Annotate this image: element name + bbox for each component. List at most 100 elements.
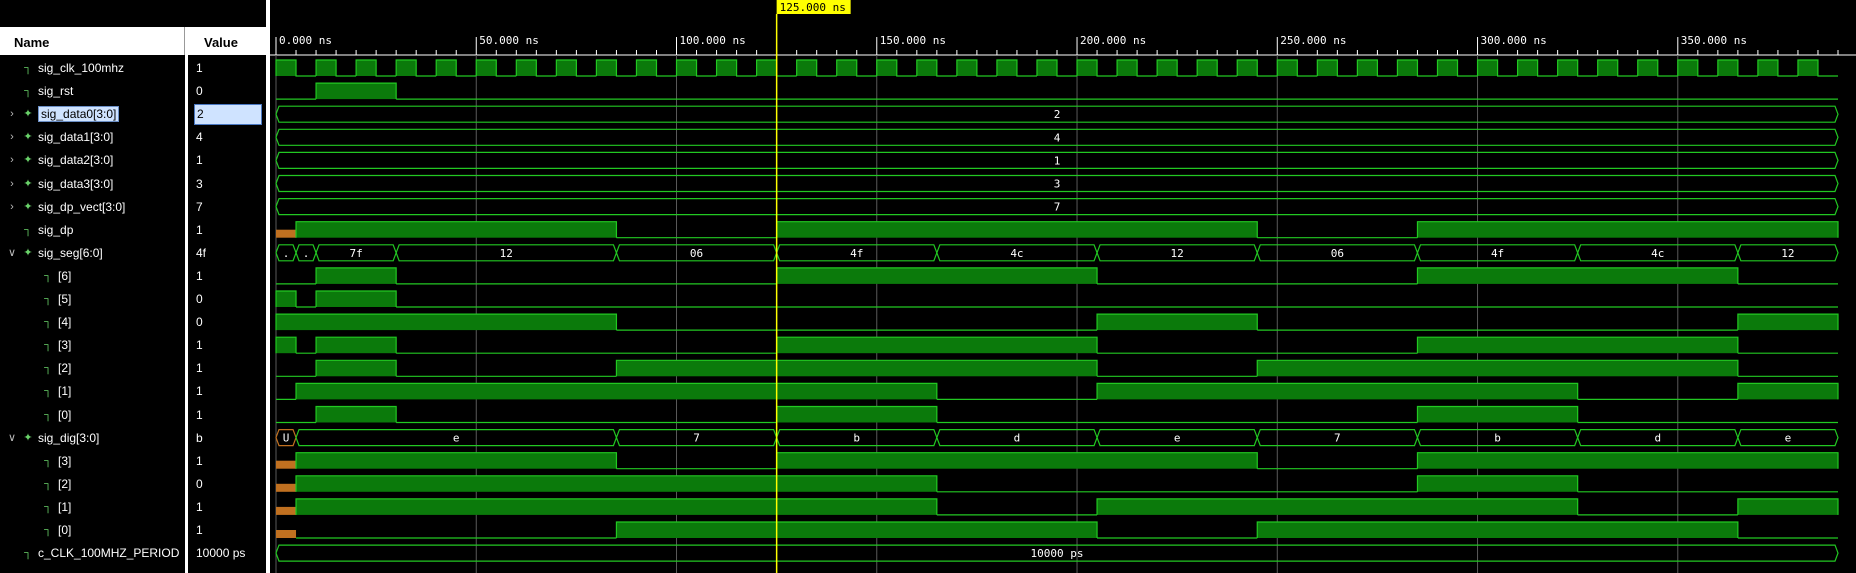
collapse-chevron-icon[interactable]: ∨	[7, 244, 17, 263]
signal-name[interactable]: [5]	[58, 290, 71, 309]
signal-name[interactable]: sig_data0[3:0]	[38, 105, 120, 124]
scalar-signal-icon: ┐	[44, 385, 52, 398]
scalar-signal-icon: ┐	[44, 293, 52, 305]
clock-high-fill	[836, 60, 857, 76]
waveform-view[interactable]: 0.000 ns 50.000 ns 100.000 ns 150.000 ns 200…	[270, 0, 1856, 573]
signal-value[interactable]: 1	[196, 382, 203, 401]
scalar-signal-icon: ┐	[44, 316, 52, 329]
signal-name-label: [6]	[58, 268, 72, 283]
signal-name[interactable]: sig_dp	[38, 221, 73, 240]
signal-value[interactable]: b	[196, 429, 203, 448]
clock-high-fill	[716, 60, 737, 76]
signal-name[interactable]: [4]	[58, 313, 71, 332]
clock-high-fill	[1117, 60, 1138, 76]
expand-chevron-icon[interactable]: ›	[7, 151, 17, 170]
signal-value[interactable]: 2	[194, 104, 262, 126]
bus-value-label: .	[303, 247, 310, 260]
signal-value[interactable]: 0	[196, 313, 203, 332]
signal-name[interactable]: sig_data3[3:0]	[38, 175, 113, 194]
signal-name-label: sig_rst	[38, 84, 74, 99]
clock-high-fill	[1357, 60, 1378, 76]
clock-high-fill	[876, 60, 897, 76]
clock-high-fill	[1077, 60, 1098, 76]
signal-name-label: sig_seg[6:0]	[38, 245, 103, 260]
expand-chevron-icon[interactable]: ›	[7, 128, 17, 147]
signal-name[interactable]: sig_dig[3:0]	[38, 429, 99, 448]
signal-name[interactable]: sig_rst	[38, 82, 73, 101]
clock-high-fill	[596, 60, 617, 76]
signal-name[interactable]: [2]	[58, 359, 71, 378]
signal-value[interactable]: 1	[196, 151, 203, 170]
signal-name-label: [0]	[58, 523, 72, 537]
collapse-chevron-icon[interactable]: ∨	[7, 429, 17, 448]
clock-high-fill	[1637, 60, 1658, 76]
signal-value[interactable]: 1	[196, 359, 203, 378]
bus-value-label: 3	[1054, 178, 1061, 191]
expand-chevron-icon[interactable]: ›	[7, 105, 17, 124]
signal-name[interactable]: c_CLK_100MHZ_PERIOD	[38, 544, 179, 563]
expand-chevron-icon[interactable]: ›	[7, 175, 17, 194]
bus-value-label: 06	[1331, 247, 1344, 260]
bus-value-label: b	[1494, 432, 1501, 445]
scalar-signal-icon: ┐	[44, 269, 52, 282]
signal-value[interactable]: 0	[196, 475, 203, 494]
signal-value[interactable]: 1	[196, 498, 203, 517]
signal-name[interactable]: [6]	[58, 267, 71, 286]
clock-high-fill	[1197, 60, 1218, 76]
clock-high-fill	[1317, 60, 1338, 76]
signal-value[interactable]: 0	[196, 82, 203, 101]
bit-high-fill	[296, 498, 937, 515]
signal-name[interactable]: sig_dp_vect[3:0]	[38, 198, 125, 217]
bus-value-label: 4c	[1010, 247, 1023, 260]
signal-value[interactable]: 0	[196, 290, 203, 309]
name-column-header[interactable]: Name	[0, 27, 185, 55]
signal-name[interactable]: sig_data1[3:0]	[38, 128, 113, 147]
signal-value[interactable]: 1	[196, 267, 203, 286]
signal-name[interactable]: [1]	[58, 498, 71, 517]
signal-value[interactable]: 1	[196, 336, 203, 355]
signal-value[interactable]: 7	[196, 198, 203, 217]
bus-value-label: e	[1174, 432, 1181, 445]
clock-high-fill	[1557, 60, 1578, 76]
column-splitter[interactable]	[185, 27, 188, 573]
scalar-signal-icon: ┐	[24, 85, 32, 98]
bit-high-fill	[776, 406, 937, 423]
bit-high-fill	[1417, 406, 1578, 423]
signal-name[interactable]: sig_seg[6:0]	[38, 244, 103, 263]
signal-name-label: sig_dp_vect[3:0]	[38, 199, 126, 214]
clock-high-fill	[516, 60, 537, 76]
signal-value[interactable]: 1	[196, 406, 203, 425]
signal-value[interactable]: 1	[196, 59, 203, 78]
signal-value[interactable]: 10000 ps	[196, 544, 245, 563]
signal-name[interactable]: [0]	[58, 406, 71, 425]
bus-value-label: b	[853, 432, 860, 445]
signal-name[interactable]: [3]	[58, 452, 71, 471]
signal-value[interactable]: 4f	[196, 244, 206, 263]
value-column-header[interactable]: Value	[188, 27, 266, 55]
bus-signal-icon: ✦	[23, 131, 33, 144]
value-column-label: Value	[204, 35, 238, 50]
signal-value[interactable]: 4	[196, 128, 203, 147]
signal-name[interactable]: [1]	[58, 382, 71, 401]
scalar-signal-icon: ┐	[44, 477, 52, 490]
scalar-signal-icon: ┐	[44, 454, 52, 467]
signal-name[interactable]: [2]	[58, 475, 71, 494]
bit-high-fill	[1737, 314, 1838, 331]
bit-high-fill	[296, 383, 937, 400]
signal-name[interactable]: [3]	[58, 336, 71, 355]
signal-name[interactable]: [0]	[58, 521, 71, 540]
clock-high-fill	[1437, 60, 1458, 76]
signal-name[interactable]: sig_data2[3:0]	[38, 151, 113, 170]
signal-name[interactable]: sig_clk_100mhz	[38, 59, 124, 78]
bit-high-fill	[296, 452, 617, 469]
ruler-tick-label: 200.000 ns	[1080, 34, 1146, 47]
signal-value[interactable]: 1	[196, 221, 203, 240]
expand-chevron-icon[interactable]: ›	[7, 198, 17, 217]
signal-value[interactable]: 3	[196, 175, 203, 194]
signal-value[interactable]: 1	[196, 521, 203, 540]
bit-high-fill	[776, 452, 1258, 469]
bus-value-label: 4f	[1491, 247, 1504, 260]
bus-value-label: 4f	[850, 247, 863, 260]
bus-signal-icon: ✦	[23, 431, 33, 444]
signal-value[interactable]: 1	[196, 452, 203, 471]
